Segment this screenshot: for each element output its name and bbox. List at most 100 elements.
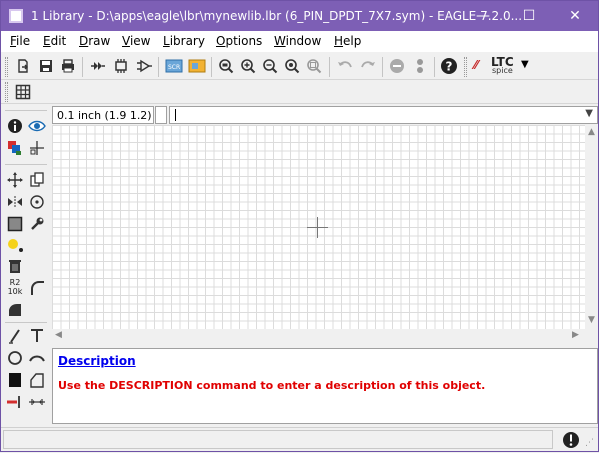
- smash-icon[interactable]: [5, 300, 25, 320]
- open-icon[interactable]: [13, 55, 35, 77]
- zoom-redraw-icon[interactable]: [281, 55, 303, 77]
- redo-icon[interactable]: [357, 55, 379, 77]
- info-icon[interactable]: [5, 116, 25, 136]
- vertical-scrollbar[interactable]: ▲ ▼: [585, 125, 598, 329]
- undo-icon[interactable]: [334, 55, 356, 77]
- wire-icon[interactable]: [5, 326, 25, 346]
- menu-help-label: elp: [343, 34, 362, 48]
- menu-window[interactable]: Window: [274, 34, 321, 48]
- toolbar-grip: [5, 82, 8, 102]
- description-text: Use the DESCRIPTION command to enter a d…: [58, 379, 486, 392]
- schematic-icon[interactable]: [133, 55, 155, 77]
- description-link[interactable]: Description: [58, 354, 136, 368]
- menu-options[interactable]: Options: [216, 34, 262, 48]
- menu-library-label: ibrary: [169, 34, 205, 48]
- zoom-in-icon[interactable]: [237, 55, 259, 77]
- menu-view-accel: V: [122, 34, 130, 48]
- app-icon: [9, 9, 23, 23]
- toolbar-grip: [5, 57, 8, 77]
- resize-grip-icon[interactable]: ⋰: [585, 438, 594, 448]
- chevron-down-icon[interactable]: ▼: [585, 108, 593, 119]
- pin-icon[interactable]: [5, 392, 25, 412]
- delete-icon[interactable]: [5, 256, 25, 276]
- scroll-left-icon[interactable]: ◀: [55, 330, 62, 340]
- menu-file-label: ile: [16, 34, 31, 48]
- window-title: 1 Library - D:\apps\eagle\lbr\mynewlib.l…: [31, 9, 523, 23]
- help-icon[interactable]: ?: [438, 55, 460, 77]
- text-caret: [175, 109, 176, 121]
- minimize-button[interactable]: —: [460, 1, 506, 31]
- display-layers-icon[interactable]: [5, 138, 25, 158]
- show-eye-icon[interactable]: [27, 116, 47, 136]
- menu-library[interactable]: Library: [163, 34, 205, 48]
- resistor-name-label: R2: [9, 278, 21, 287]
- close-button[interactable]: ✕: [552, 1, 598, 31]
- copy-icon[interactable]: [27, 170, 47, 190]
- crosshair-vertical: [317, 217, 318, 238]
- scroll-down-icon[interactable]: ▼: [588, 315, 595, 325]
- board-icon[interactable]: [110, 55, 132, 77]
- save-icon[interactable]: [35, 55, 57, 77]
- menu-help[interactable]: Help: [334, 34, 361, 48]
- name-value-icon[interactable]: R2 10k: [5, 276, 25, 298]
- status-bar: ⋰: [1, 427, 598, 451]
- zoom-fit-icon[interactable]: [215, 55, 237, 77]
- menu-options-label: ptions: [225, 34, 263, 48]
- print-icon[interactable]: [57, 55, 79, 77]
- change-wrench-icon[interactable]: [27, 214, 47, 234]
- ltc-spice-button[interactable]: ⁄⁄ LTC spice ▼: [471, 55, 533, 77]
- attribute-icon[interactable]: [27, 392, 47, 412]
- menu-draw-label: raw: [88, 34, 111, 48]
- palette-separator: [5, 164, 47, 165]
- toolbar-separator: [434, 57, 435, 77]
- circle-icon[interactable]: [5, 348, 25, 368]
- cam-processor-icon[interactable]: [87, 55, 109, 77]
- text-icon[interactable]: [27, 326, 47, 346]
- command-line-input[interactable]: ▼: [169, 106, 598, 124]
- menu-view-label: iew: [129, 34, 151, 48]
- zoom-select-icon[interactable]: [303, 55, 325, 77]
- scroll-corner: [585, 329, 598, 343]
- miter-icon[interactable]: [27, 278, 47, 298]
- ulp-icon[interactable]: [186, 55, 208, 77]
- arc-icon[interactable]: [27, 348, 47, 368]
- group-icon[interactable]: [5, 214, 25, 234]
- coordinate-display: 0.1 inch (1.9 1.2): [52, 106, 154, 124]
- menu-draw[interactable]: Draw: [79, 34, 110, 48]
- scroll-right-icon[interactable]: ▶: [572, 330, 579, 340]
- polygon-icon[interactable]: [27, 370, 47, 390]
- move-icon[interactable]: [5, 170, 25, 190]
- maximize-button[interactable]: ☐: [506, 1, 552, 31]
- description-panel: Description Use the DESCRIPTION command …: [52, 348, 598, 424]
- mirror-icon[interactable]: [5, 192, 25, 212]
- go-icon[interactable]: [409, 55, 431, 77]
- rectangle-icon[interactable]: [5, 370, 25, 390]
- horizontal-scrollbar[interactable]: ◀ ▶: [52, 329, 585, 343]
- toolbar-separator: [329, 57, 330, 77]
- menu-edit[interactable]: Edit: [43, 34, 66, 48]
- paste-icon[interactable]: [5, 236, 25, 256]
- menu-help-accel: H: [334, 34, 344, 48]
- menu-file[interactable]: File: [10, 34, 30, 48]
- origin-crosshair-icon: [307, 217, 328, 238]
- menu-edit-accel: E: [43, 34, 51, 48]
- mark-icon[interactable]: [27, 138, 47, 158]
- zoom-out-icon[interactable]: [259, 55, 281, 77]
- script-icon[interactable]: SCR: [163, 55, 185, 77]
- tool-palette: R2 10k: [1, 106, 51, 428]
- eagle-window: 1 Library - D:\apps\eagle\lbr\mynewlib.l…: [0, 0, 599, 452]
- palette-separator: [5, 322, 47, 323]
- title-bar: 1 Library - D:\apps\eagle\lbr\mynewlib.l…: [1, 1, 598, 31]
- spice-label: spice: [492, 66, 513, 75]
- stop-icon[interactable]: [386, 55, 408, 77]
- menu-view[interactable]: View: [122, 34, 150, 48]
- stop-command-icon[interactable]: [561, 430, 581, 450]
- svg-text:SCR: SCR: [168, 64, 180, 71]
- toolbar-grip: [464, 57, 467, 77]
- secondary-toolbar: [1, 80, 598, 104]
- svg-text:?: ?: [446, 60, 453, 74]
- scroll-up-icon[interactable]: ▲: [588, 127, 595, 137]
- grid-icon[interactable]: [12, 81, 34, 103]
- menu-library-accel: L: [163, 34, 170, 48]
- rotate-icon[interactable]: [27, 192, 47, 212]
